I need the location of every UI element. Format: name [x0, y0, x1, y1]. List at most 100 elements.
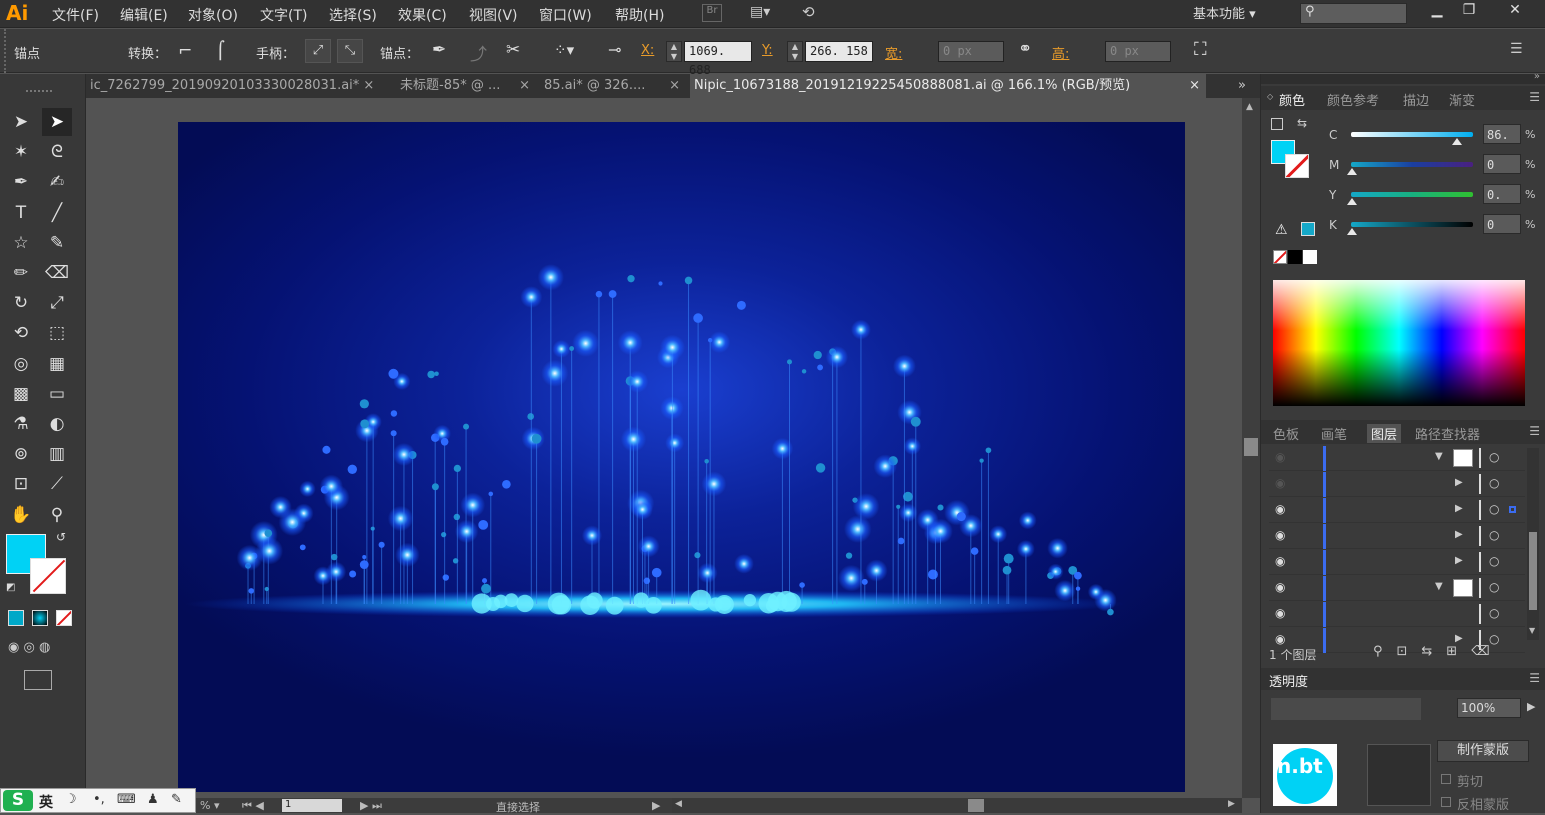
layers-panel-tab-2[interactable]: 图层	[1367, 424, 1402, 443]
target-circle-icon[interactable]: ○	[1489, 528, 1499, 542]
screen-mode-icon[interactable]	[24, 670, 52, 690]
lasso-tool-icon[interactable]: ᘓ	[42, 138, 72, 166]
bridge-icon[interactable]: Br	[702, 4, 722, 22]
free-transform-tool-icon[interactable]: ⬚	[42, 319, 72, 347]
horizontal-scrollbar[interactable]: ◀ ▶	[672, 798, 1242, 813]
target-circle-icon[interactable]: ○	[1489, 450, 1499, 464]
tab-close-icon[interactable]: ×	[519, 74, 530, 98]
tab-close-icon[interactable]: ×	[1189, 74, 1200, 98]
shape-builder-tool-icon[interactable]: ◎	[6, 350, 36, 378]
selection-tool-icon[interactable]: ➤	[6, 108, 36, 136]
visibility-eye-icon[interactable]: ◉	[1275, 502, 1285, 516]
gradient-tool-icon[interactable]: ▭	[42, 380, 72, 408]
symbol-sprayer-tool-icon[interactable]: ⊚	[6, 440, 36, 468]
expand-arrow-icon[interactable]: ▶	[1455, 633, 1463, 644]
eyedropper-tool-icon[interactable]: ⚗	[6, 410, 36, 438]
align-to-icon[interactable]: ⊸	[608, 40, 621, 59]
target-circle-icon[interactable]: ○	[1489, 606, 1499, 620]
channel-value-field[interactable]: 0	[1483, 214, 1521, 234]
hand-tool-icon[interactable]: ✋	[6, 501, 36, 529]
tab-document-2[interactable]: 85.ai* @ 326.... ×	[540, 74, 686, 98]
remove-anchor-icon[interactable]: ✒	[432, 40, 446, 60]
dock-collapse-icon[interactable]: »	[1534, 71, 1540, 82]
width-tool-icon[interactable]: ⟲	[6, 319, 36, 347]
layers-panel-tab-1[interactable]: 画笔	[1321, 424, 1347, 443]
swap-colors-icon[interactable]: ↺	[56, 530, 66, 544]
slider-thumb[interactable]	[1347, 228, 1357, 235]
menu-item-4[interactable]: 选择(S)	[329, 5, 377, 25]
layer-row[interactable]: ◉ ○	[1269, 602, 1525, 627]
tabs-overflow-icon[interactable]: »	[1238, 78, 1246, 93]
x-stepper[interactable]: ▲ ▼	[666, 41, 682, 62]
color-mode-icon[interactable]	[8, 610, 24, 626]
control-menu-icon[interactable]: ☰	[1510, 41, 1523, 57]
workspace-switcher[interactable]: 基本功能 ▾	[1193, 3, 1256, 22]
layer-row[interactable]: ◉ ▼ ○	[1269, 446, 1525, 471]
object-thumbnail[interactable]: n.bt	[1273, 744, 1337, 806]
pen-tool-icon[interactable]: ✒	[6, 168, 36, 196]
visibility-eye-icon[interactable]: ◉	[1275, 476, 1285, 490]
panel-grip[interactable]	[26, 90, 52, 92]
ime-tools-icon[interactable]: ✎	[171, 792, 182, 807]
channel-value-field[interactable]: 86. 43	[1483, 124, 1521, 144]
panel-grip[interactable]	[4, 29, 10, 73]
ime-toolbar[interactable]: S 英 ☽ •, ⌨ ♟ ✎	[0, 788, 196, 813]
visibility-eye-icon[interactable]: ◉	[1275, 580, 1285, 594]
ime-moon-icon[interactable]: ☽	[65, 792, 77, 807]
ime-punct-icon[interactable]: •,	[93, 792, 105, 807]
scroll-right-icon[interactable]: ▶	[1228, 799, 1235, 809]
layer-row[interactable]: ◉ ▶ ○	[1269, 498, 1525, 523]
arrange-documents-icon[interactable]: ▤▾	[750, 4, 782, 22]
rotate-tool-icon[interactable]: ↻	[6, 289, 36, 317]
invert-mask-checkbox[interactable]	[1441, 797, 1451, 807]
tab-document-3[interactable]: Nipic_10673188_20191219225450888081.ai @…	[690, 74, 1206, 98]
expand-arrow-icon[interactable]: ▶	[1455, 555, 1463, 566]
transparency-menu-icon[interactable]: ☰	[1529, 671, 1540, 685]
layer-row[interactable]: ◉ ▶ ○	[1269, 524, 1525, 549]
close-button[interactable]: ✕	[1502, 2, 1528, 22]
first-artboard-icon[interactable]: ⏮ ◀	[242, 799, 264, 813]
expand-arrow-icon[interactable]: ▼	[1435, 581, 1443, 592]
make-mask-button[interactable]: 制作蒙版	[1437, 740, 1529, 762]
black-swatch[interactable]	[1288, 250, 1302, 264]
visibility-eye-icon[interactable]: ◉	[1275, 528, 1285, 542]
artboard[interactable]	[178, 122, 1185, 792]
zoom-dropdown-icon[interactable]: % ▾	[200, 799, 219, 812]
visibility-eye-icon[interactable]: ◉	[1275, 450, 1285, 464]
convert-smooth-icon[interactable]: ⌠	[216, 41, 225, 61]
tab-document-0[interactable]: ic_7262799_20190920103330028031.ai* ×	[86, 74, 396, 98]
y-stepper[interactable]: ▲ ▼	[787, 41, 803, 62]
channel-slider[interactable]	[1351, 132, 1473, 137]
convert-corner-icon[interactable]: ⌐	[178, 41, 192, 61]
vertical-scrollbar[interactable]: ▲	[1242, 98, 1260, 798]
search-input[interactable]: ⚲	[1300, 3, 1407, 24]
visibility-eye-icon[interactable]: ◉	[1275, 606, 1285, 620]
scroll-left-icon[interactable]: ◀	[675, 799, 682, 809]
color-panel-tab-1[interactable]: 颜色参考	[1327, 90, 1379, 109]
opacity-field[interactable]: 100%	[1457, 698, 1521, 718]
default-colors-icon[interactable]: ◩	[6, 582, 15, 593]
target-circle-icon[interactable]: ○	[1489, 502, 1499, 516]
expand-arrow-icon[interactable]: ▶	[1455, 477, 1463, 488]
isolate-icon[interactable]: ⛶	[1194, 39, 1207, 60]
channel-slider[interactable]	[1351, 222, 1473, 227]
magic-wand-tool-icon[interactable]: ✶	[6, 138, 36, 166]
slider-thumb[interactable]	[1347, 168, 1357, 175]
opacity-arrow-icon[interactable]: ▶	[1527, 700, 1535, 713]
layers-panel-tab-3[interactable]: 路径查找器	[1415, 424, 1480, 443]
expand-arrow-icon[interactable]: ▶	[1455, 503, 1463, 514]
clip-checkbox[interactable]	[1441, 774, 1451, 784]
color-panel-tab-0[interactable]: 颜色	[1279, 90, 1305, 109]
select-similar-icon[interactable]: ⁘▾	[554, 41, 574, 59]
color-panel-tab-2[interactable]: 描边	[1403, 90, 1429, 109]
paintbrush-tool-icon[interactable]: ✎	[42, 229, 72, 257]
expand-arrow-icon[interactable]: ▶	[1455, 529, 1463, 540]
restore-button[interactable]: ❐	[1456, 2, 1482, 22]
zoom-tool-icon[interactable]: ⚲	[42, 501, 72, 529]
pencil-tool-icon[interactable]: ✏	[6, 259, 36, 287]
color-spectrum[interactable]	[1273, 280, 1525, 406]
scroll-up-icon[interactable]: ▲	[1246, 102, 1253, 112]
white-swatch[interactable]	[1303, 250, 1317, 264]
layers-panel-tab-0[interactable]: 色板	[1273, 424, 1299, 443]
direct-selection-tool-icon[interactable]: ➤	[42, 108, 72, 136]
